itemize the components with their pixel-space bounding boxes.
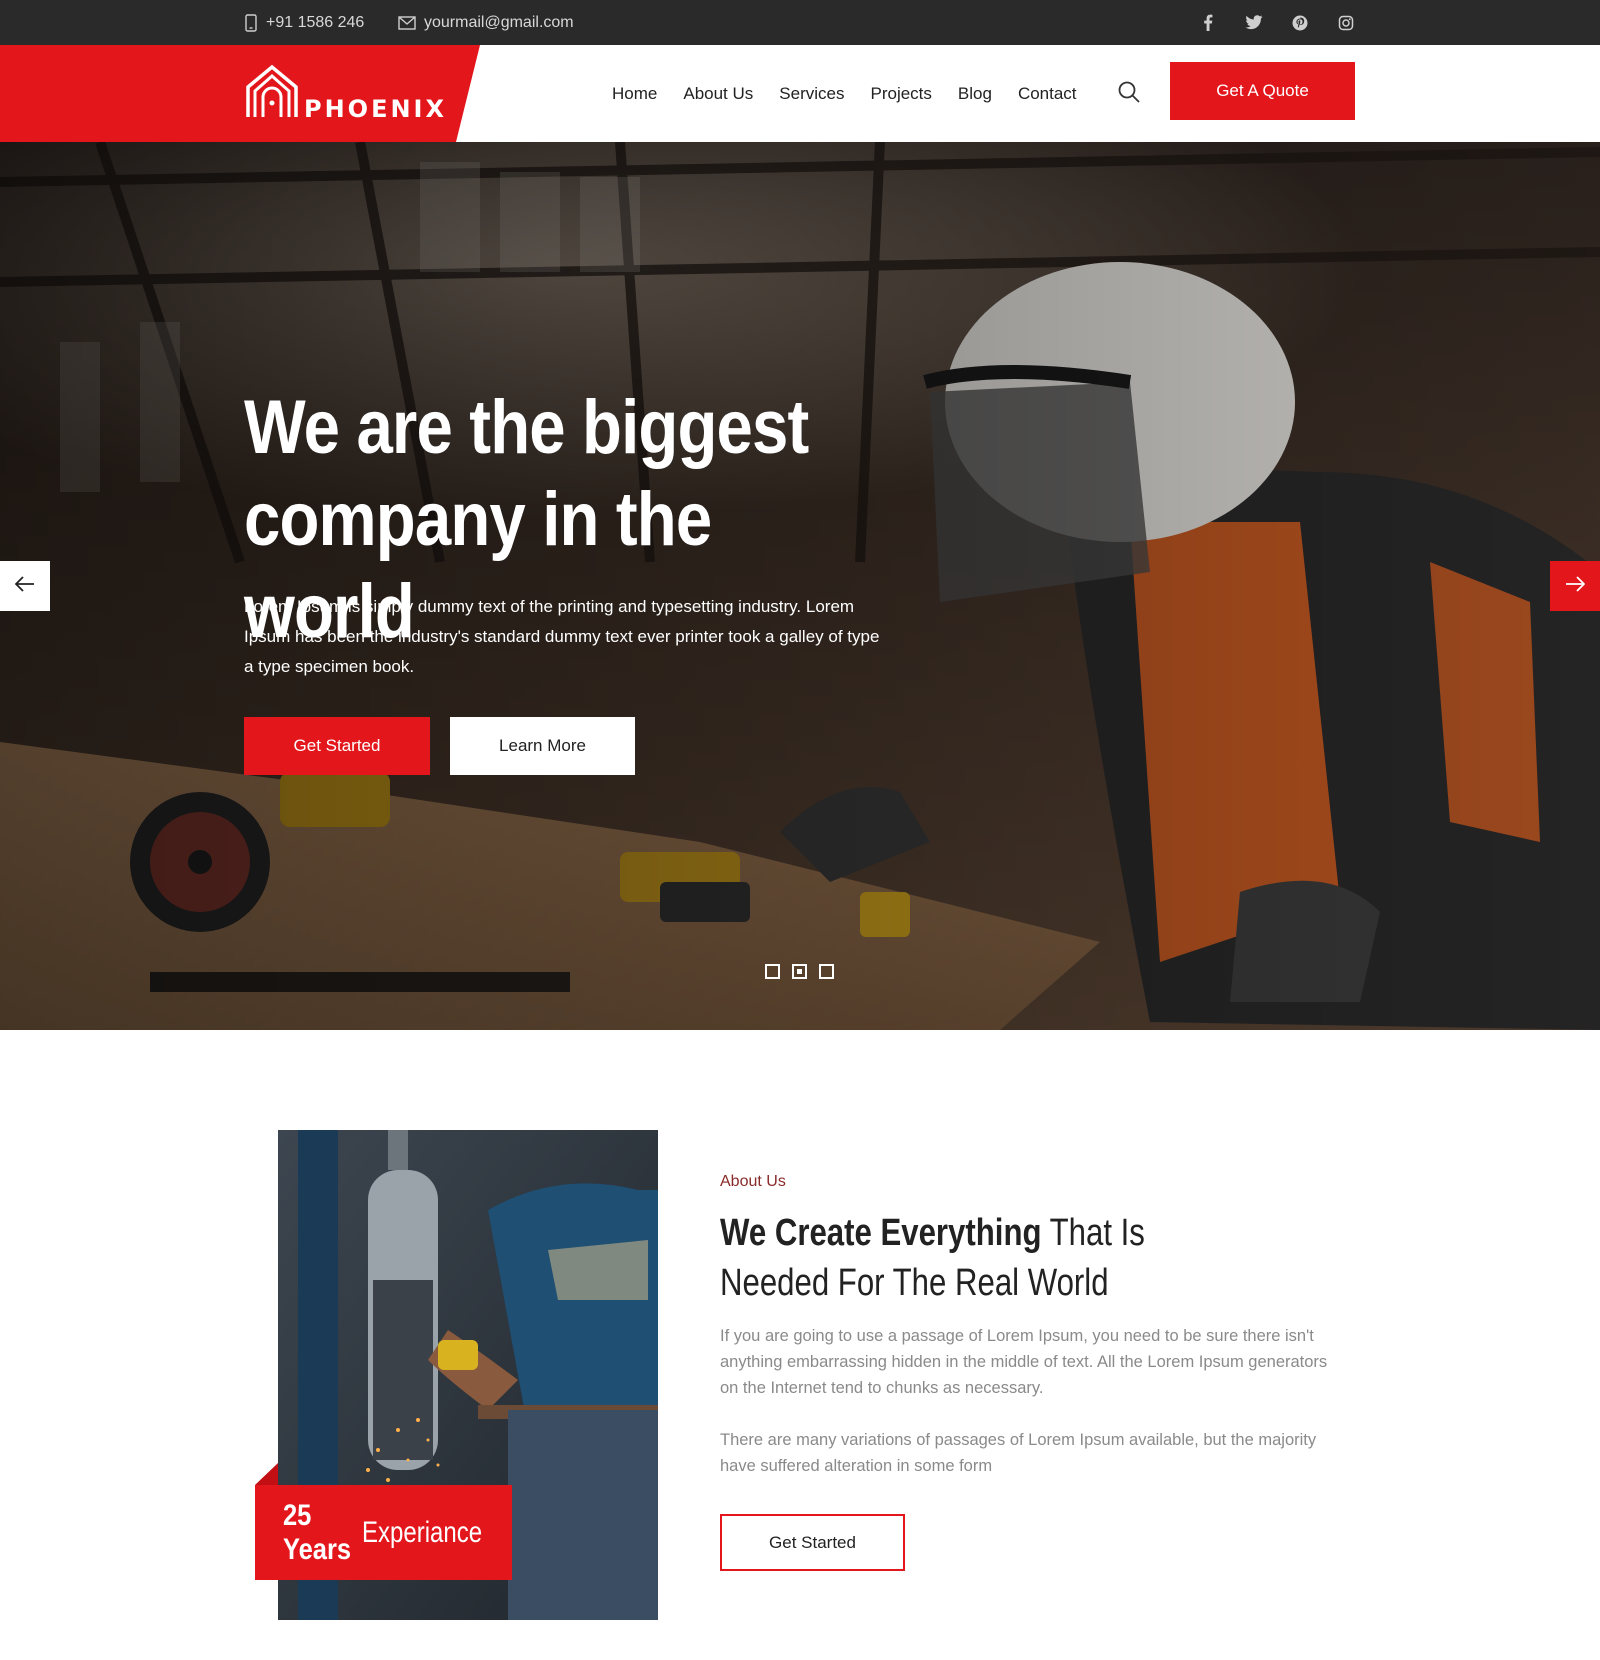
pinterest-icon[interactable] xyxy=(1291,14,1309,32)
facebook-icon[interactable] xyxy=(1199,14,1217,32)
email-contact[interactable]: yourmail@gmail.com xyxy=(398,0,574,45)
logo[interactable]: PHOENIX xyxy=(244,63,447,124)
email-address: yourmail@gmail.com xyxy=(424,13,574,31)
nav-projects[interactable]: Projects xyxy=(870,84,931,104)
experience-label: Experiance xyxy=(361,1515,482,1549)
about-section-label: About Us xyxy=(720,1173,786,1190)
nav-about-us[interactable]: About Us xyxy=(683,84,753,104)
slider-prev-button[interactable] xyxy=(0,561,50,611)
about-paragraph-2: There are many variations of passages of… xyxy=(720,1431,1317,1475)
mail-icon xyxy=(398,15,416,30)
hero-title-line-1: We are the biggest xyxy=(244,385,809,470)
slider-next-button[interactable] xyxy=(1550,561,1600,611)
logo-text: PHOENIX xyxy=(304,95,447,123)
slider-pagination xyxy=(765,964,834,979)
site-header: PHOENIX Home About Us Services Projects … xyxy=(0,45,1600,142)
phone-contact[interactable]: +91 1586 246 xyxy=(244,0,364,45)
hero-description: Lorem Ipsum is simply dummy text of the … xyxy=(244,597,880,676)
about-get-started-button[interactable]: Get Started xyxy=(720,1514,905,1571)
slider-dot-1[interactable] xyxy=(765,964,780,979)
get-a-quote-button[interactable]: Get A Quote xyxy=(1170,62,1355,120)
slider-dot-2[interactable] xyxy=(792,964,807,979)
hero-learn-more-button[interactable]: Learn More xyxy=(450,717,635,775)
instagram-icon[interactable] xyxy=(1337,14,1355,32)
nav-services[interactable]: Services xyxy=(779,84,844,104)
arrow-left-icon xyxy=(14,575,35,597)
search-icon[interactable] xyxy=(1118,81,1140,103)
about-title-strong: We Create Everything xyxy=(720,1212,1042,1254)
nav-blog[interactable]: Blog xyxy=(958,84,992,104)
phone-number: +91 1586 246 xyxy=(266,13,365,31)
social-links xyxy=(1199,0,1355,45)
hero-slider: We are the biggest company in the world … xyxy=(0,142,1600,1030)
experience-badge: 25 Years Experiance xyxy=(255,1485,512,1580)
arrow-right-icon xyxy=(1565,575,1586,597)
about-paragraph-1: If you are going to use a passage of Lor… xyxy=(720,1327,1328,1397)
main-nav: Home About Us Services Projects Blog Con… xyxy=(612,45,1077,142)
nav-contact[interactable]: Contact xyxy=(1018,84,1077,104)
about-title: We Create Everything That Is Needed For … xyxy=(720,1208,1179,1308)
nav-home[interactable]: Home xyxy=(612,84,657,104)
top-bar: +91 1586 246 yourmail@gmail.com xyxy=(0,0,1600,45)
hero-get-started-button[interactable]: Get Started xyxy=(244,717,430,775)
experience-years: 25 Years xyxy=(283,1498,352,1566)
slider-dot-3[interactable] xyxy=(819,964,834,979)
twitter-icon[interactable] xyxy=(1245,14,1263,32)
house-logo-icon xyxy=(244,63,300,124)
phone-icon xyxy=(244,13,258,32)
experience-badge-notch xyxy=(255,1463,278,1485)
